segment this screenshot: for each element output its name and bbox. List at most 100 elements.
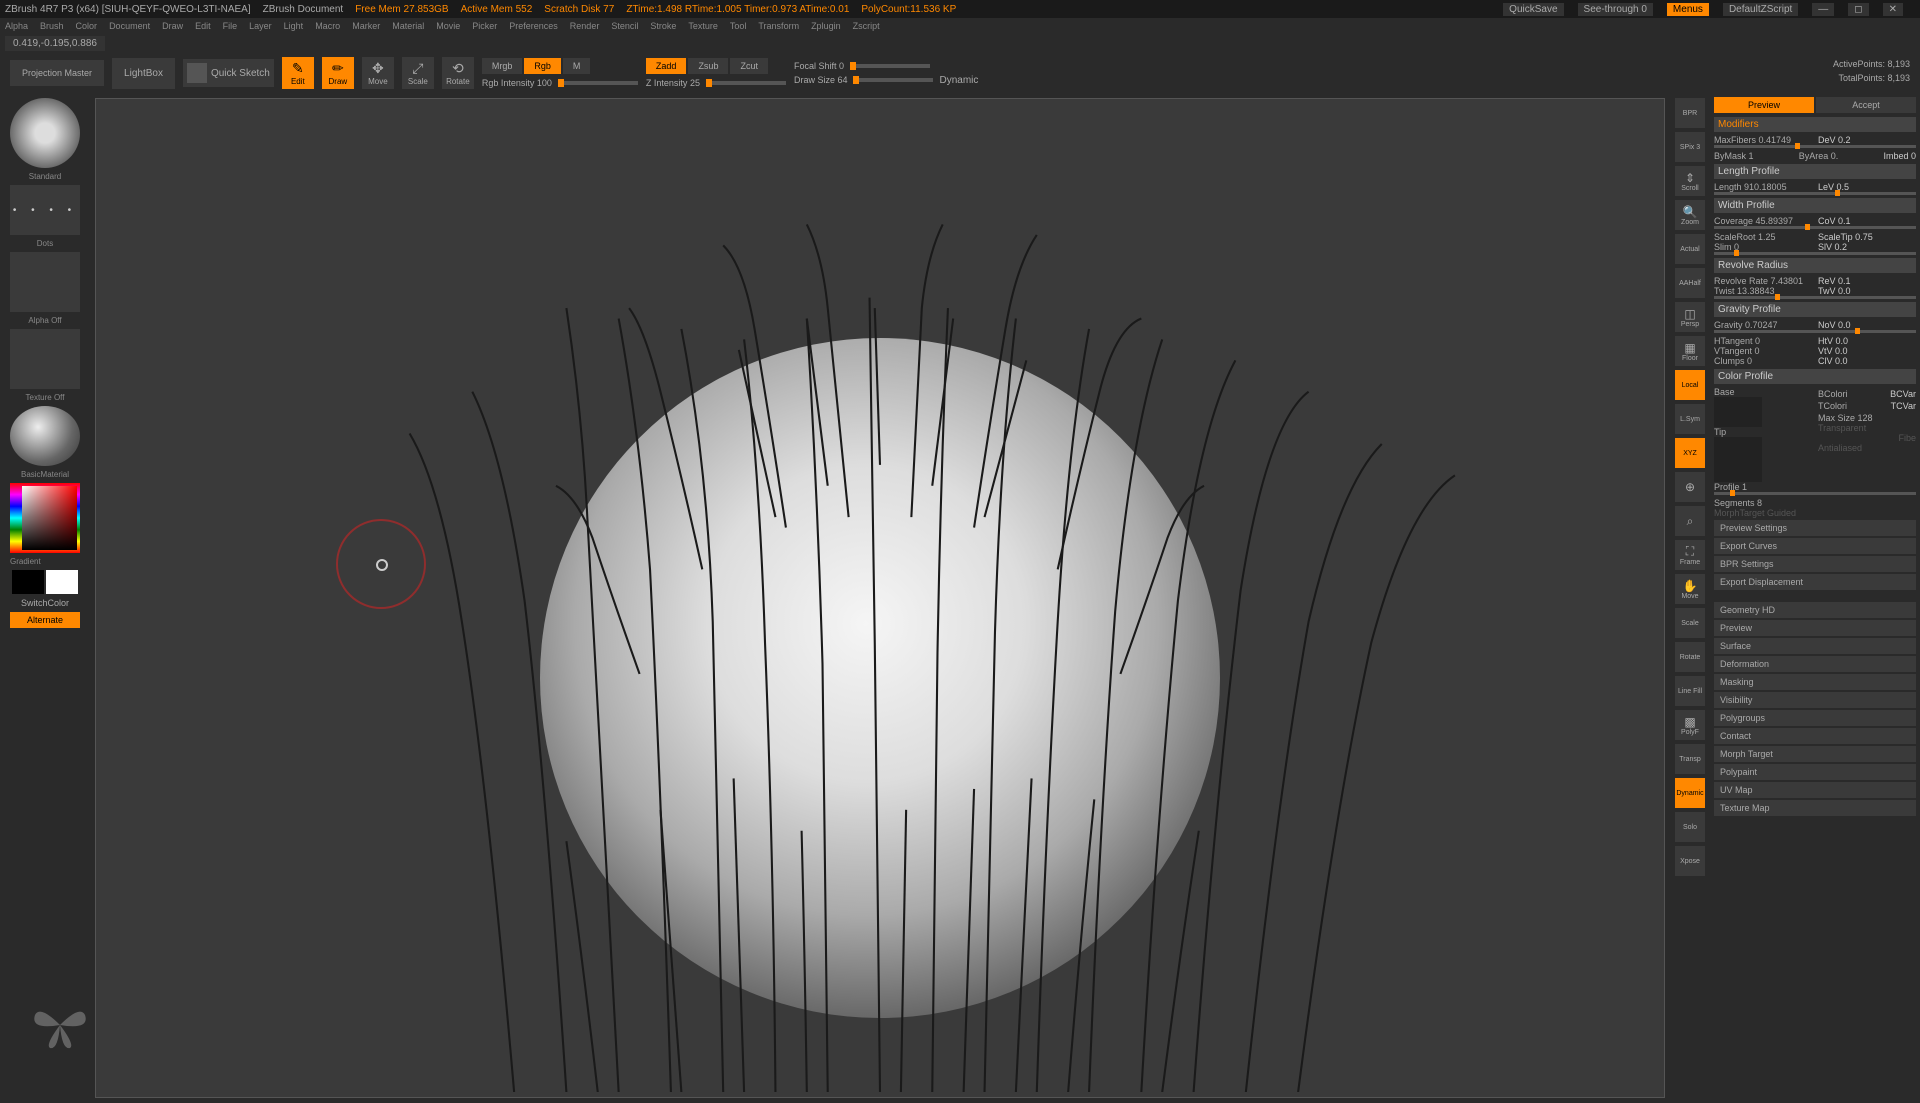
secondary-color-swatch[interactable] bbox=[12, 570, 44, 594]
menu-layer[interactable]: Layer bbox=[249, 21, 272, 31]
menu-picker[interactable]: Picker bbox=[472, 21, 497, 31]
maxfibers-bar[interactable] bbox=[1714, 145, 1916, 148]
twv-slider[interactable]: TwV 0.0 bbox=[1818, 286, 1916, 296]
menu-draw[interactable]: Draw bbox=[162, 21, 183, 31]
menu-alpha[interactable]: Alpha bbox=[5, 21, 28, 31]
revolve-radius-section[interactable]: Revolve Radius bbox=[1714, 258, 1916, 273]
zsub-button[interactable]: Zsub bbox=[688, 58, 728, 74]
profile1-bar[interactable] bbox=[1714, 492, 1916, 495]
move-view-button[interactable]: ✋Move bbox=[1675, 574, 1705, 604]
base-color-box[interactable] bbox=[1714, 397, 1762, 427]
spix-button[interactable]: SPix 3 bbox=[1675, 132, 1705, 162]
z-intensity-slider[interactable] bbox=[706, 81, 786, 85]
menu-texture[interactable]: Texture bbox=[688, 21, 718, 31]
deformation-section[interactable]: Deformation bbox=[1714, 656, 1916, 672]
gravity-slider[interactable]: Gravity 0.70247 bbox=[1714, 320, 1812, 330]
mrgb-button[interactable]: Mrgb bbox=[482, 58, 523, 74]
nov-slider[interactable]: NoV 0.0 bbox=[1818, 320, 1916, 330]
visibility-section[interactable]: Visibility bbox=[1714, 692, 1916, 708]
cov-slider[interactable]: CoV 0.1 bbox=[1818, 216, 1916, 226]
rgb-intensity-slider[interactable] bbox=[558, 81, 638, 85]
menu-zscript[interactable]: Zscript bbox=[853, 21, 880, 31]
menu-tool[interactable]: Tool bbox=[730, 21, 747, 31]
texture-map-section[interactable]: Texture Map bbox=[1714, 800, 1916, 816]
stroke-thumbnail[interactable] bbox=[10, 185, 80, 235]
imbed-slider[interactable]: Imbed 0 bbox=[1883, 151, 1916, 161]
dynamic-view-button[interactable]: Dynamic bbox=[1675, 778, 1705, 808]
color-picker[interactable] bbox=[10, 483, 80, 553]
local-button[interactable]: Local bbox=[1675, 370, 1705, 400]
geometry-hd-section[interactable]: Geometry HD bbox=[1714, 602, 1916, 618]
transp-button[interactable]: Transp bbox=[1675, 744, 1705, 774]
lev-slider[interactable]: LeV 0.5 bbox=[1818, 182, 1916, 192]
menu-color[interactable]: Color bbox=[76, 21, 98, 31]
menu-zplugin[interactable]: Zplugin bbox=[811, 21, 841, 31]
linefill-button[interactable]: Line Fill bbox=[1675, 676, 1705, 706]
coverage-bar[interactable] bbox=[1714, 226, 1916, 229]
scale-view-button[interactable]: Scale bbox=[1675, 608, 1705, 638]
clv-slider[interactable]: ClV 0.0 bbox=[1818, 356, 1916, 366]
revolve-rate-slider[interactable]: Revolve Rate 7.43801 bbox=[1714, 276, 1812, 286]
profile1-slider[interactable]: Profile 1 bbox=[1714, 482, 1916, 492]
canvas-viewport[interactable] bbox=[95, 98, 1665, 1098]
seethrough-slider[interactable]: See-through 0 bbox=[1578, 3, 1653, 16]
menu-material[interactable]: Material bbox=[392, 21, 424, 31]
uv-map-section[interactable]: UV Map bbox=[1714, 782, 1916, 798]
bpr-button[interactable]: BPR bbox=[1675, 98, 1705, 128]
quicksketch-button[interactable]: Quick Sketch bbox=[183, 59, 274, 87]
polypaint-section[interactable]: Polypaint bbox=[1714, 764, 1916, 780]
polyf-button[interactable]: ▩PolyF bbox=[1675, 710, 1705, 740]
frame-button[interactable]: ⛶Frame bbox=[1675, 540, 1705, 570]
menu-document[interactable]: Document bbox=[109, 21, 150, 31]
solo-button[interactable]: Solo bbox=[1675, 812, 1705, 842]
accept-button[interactable]: Accept bbox=[1816, 97, 1916, 113]
menus-button[interactable]: Menus bbox=[1667, 3, 1709, 16]
color-profile-section[interactable]: Color Profile bbox=[1714, 369, 1916, 384]
length-slider[interactable]: Length 910.18005 bbox=[1714, 182, 1812, 192]
antialiased-toggle[interactable]: Antialiased bbox=[1818, 443, 1916, 453]
masking-section[interactable]: Masking bbox=[1714, 674, 1916, 690]
zcut-button[interactable]: Zcut bbox=[730, 58, 768, 74]
slv-slider[interactable]: SlV 0.2 bbox=[1818, 242, 1916, 252]
tcvar-slider[interactable]: TCVar bbox=[1891, 401, 1916, 411]
htv-slider[interactable]: HtV 0.0 bbox=[1818, 336, 1916, 346]
primary-color-swatch[interactable] bbox=[46, 570, 78, 594]
tcolori-slider[interactable]: TColori bbox=[1818, 401, 1887, 411]
bcvar-slider[interactable]: BCVar bbox=[1890, 389, 1916, 399]
window-min-icon[interactable]: — bbox=[1812, 3, 1834, 16]
zadd-button[interactable]: Zadd bbox=[646, 58, 687, 74]
persp-button[interactable]: ◫Persp bbox=[1675, 302, 1705, 332]
dev-slider[interactable]: DeV 0.2 bbox=[1818, 135, 1916, 145]
scaleroot-slider[interactable]: ScaleRoot 1.25 bbox=[1714, 232, 1812, 242]
morphtarget-guided-toggle[interactable]: MorphTarget Guided bbox=[1714, 508, 1916, 518]
material-thumbnail[interactable] bbox=[10, 406, 80, 466]
maxsize-slider[interactable]: Max Size 128 bbox=[1818, 413, 1916, 423]
morph-target-section[interactable]: Morph Target bbox=[1714, 746, 1916, 762]
lsym-button[interactable]: L.Sym bbox=[1675, 404, 1705, 434]
width-profile-section[interactable]: Width Profile bbox=[1714, 198, 1916, 213]
actual-button[interactable]: Actual bbox=[1675, 234, 1705, 264]
menu-render[interactable]: Render bbox=[570, 21, 600, 31]
floor-button[interactable]: ▦Floor bbox=[1675, 336, 1705, 366]
gravity-profile-section[interactable]: Gravity Profile bbox=[1714, 302, 1916, 317]
menu-marker[interactable]: Marker bbox=[352, 21, 380, 31]
gravity-bar[interactable] bbox=[1714, 330, 1916, 333]
edit-button[interactable]: ✎Edit bbox=[282, 57, 314, 89]
surface-section[interactable]: Surface bbox=[1714, 638, 1916, 654]
m-button[interactable]: M bbox=[563, 58, 591, 74]
bcolori-slider[interactable]: BColori bbox=[1818, 389, 1886, 399]
focal-shift-slider[interactable] bbox=[850, 64, 930, 68]
cam-reset-button[interactable]: ⊕ bbox=[1675, 472, 1705, 502]
rotate-view-button[interactable]: Rotate bbox=[1675, 642, 1705, 672]
window-close-icon[interactable]: ✕ bbox=[1883, 3, 1903, 16]
twist-bar[interactable] bbox=[1714, 296, 1916, 299]
menu-stencil[interactable]: Stencil bbox=[611, 21, 638, 31]
rev-slider[interactable]: ReV 0.1 bbox=[1818, 276, 1916, 286]
quicksave-button[interactable]: QuickSave bbox=[1503, 3, 1563, 16]
scroll-button[interactable]: ⇕Scroll bbox=[1675, 166, 1705, 196]
rgb-button[interactable]: Rgb bbox=[524, 58, 561, 74]
menu-stroke[interactable]: Stroke bbox=[650, 21, 676, 31]
bpr-settings-section[interactable]: BPR Settings bbox=[1714, 556, 1916, 572]
byarea-slider[interactable]: ByArea 0. bbox=[1799, 151, 1880, 161]
brush-thumbnail[interactable] bbox=[10, 98, 80, 168]
